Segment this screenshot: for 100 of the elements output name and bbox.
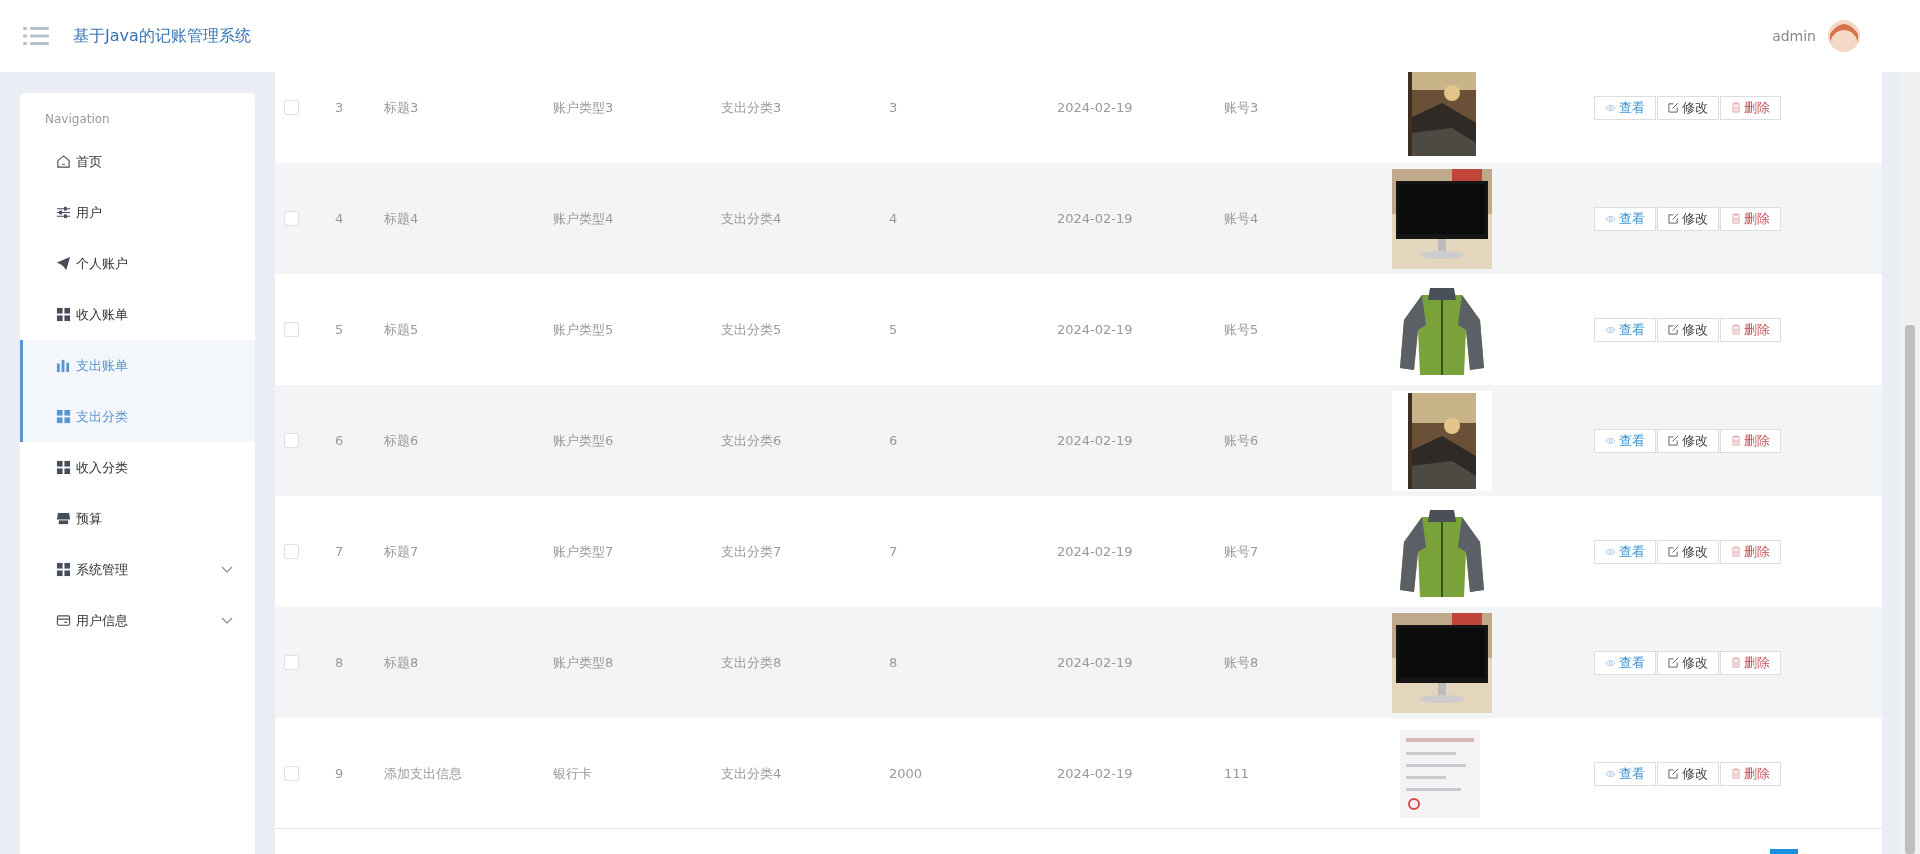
- nav-item[interactable]: 支出分类: [20, 391, 255, 442]
- table-cell: 5: [889, 322, 898, 337]
- trash-icon: [1731, 768, 1741, 779]
- edit-button[interactable]: 修改: [1657, 206, 1719, 231]
- delete-button[interactable]: 删除: [1720, 650, 1781, 675]
- table-cell: 添加支出信息: [384, 765, 462, 781]
- delete-button[interactable]: 删除: [1720, 317, 1781, 342]
- nav-item[interactable]: 支出账单: [20, 340, 255, 391]
- edit-icon: [1668, 213, 1679, 224]
- shop-icon: [56, 511, 71, 526]
- grid-icon: [56, 307, 71, 322]
- row-checkbox[interactable]: [284, 100, 299, 115]
- nav-item[interactable]: 个人账户: [20, 238, 255, 289]
- trash-icon: [1731, 435, 1741, 446]
- eye-icon: [1605, 325, 1616, 334]
- avatar-icon[interactable]: [1828, 20, 1860, 52]
- eye-icon: [1605, 214, 1616, 223]
- table-cell: 4: [889, 211, 898, 226]
- nav-item[interactable]: 用户信息: [20, 595, 255, 646]
- table-cell: 3: [889, 100, 898, 115]
- table-cell: 支出分类6: [721, 432, 782, 448]
- view-button[interactable]: 查看: [1594, 539, 1656, 564]
- table-cell: 支出分类7: [721, 543, 782, 559]
- nav-item[interactable]: 收入账单: [20, 289, 255, 340]
- table-cell: 账号5: [1224, 321, 1259, 337]
- edit-icon: [1668, 546, 1679, 557]
- sliders-icon: [56, 205, 71, 220]
- chevron-icon: [221, 616, 233, 625]
- row-checkbox[interactable]: [284, 211, 299, 226]
- table-cell: 账号7: [1224, 543, 1259, 559]
- table-cell: 7: [889, 544, 898, 559]
- nav-item[interactable]: 首页: [20, 136, 255, 187]
- table-cell: 账号4: [1224, 210, 1259, 226]
- table-cell: 标题8: [384, 654, 419, 670]
- grid-icon: [56, 460, 71, 475]
- table-cell: 2024-02-19: [1057, 433, 1133, 448]
- delete-button[interactable]: 删除: [1720, 539, 1781, 564]
- table-cell: 7: [335, 544, 344, 559]
- row-checkbox[interactable]: [284, 766, 299, 781]
- table-cell: 标题6: [384, 432, 419, 448]
- menu-icon[interactable]: [23, 26, 49, 46]
- edit-button[interactable]: 修改: [1657, 428, 1719, 453]
- grid-icon: [56, 409, 71, 424]
- view-button[interactable]: 查看: [1594, 428, 1656, 453]
- row-checkbox[interactable]: [284, 322, 299, 337]
- view-button[interactable]: 查看: [1594, 650, 1656, 675]
- delete-button[interactable]: 删除: [1720, 428, 1781, 453]
- edit-icon: [1668, 435, 1679, 446]
- table-cell: 5: [335, 322, 344, 337]
- delete-button[interactable]: 删除: [1720, 206, 1781, 231]
- table-cell: 9: [335, 766, 344, 781]
- table-cell: 标题3: [384, 99, 419, 115]
- delete-button[interactable]: 删除: [1720, 761, 1781, 786]
- table-cell: 账户类型7: [553, 543, 614, 559]
- grid-icon: [56, 562, 71, 577]
- row-checkbox[interactable]: [284, 433, 299, 448]
- bar-chart-icon: [56, 358, 71, 373]
- table-cell: 支出分类4: [721, 765, 782, 781]
- card-icon: [56, 613, 71, 628]
- table-cell: 账户类型5: [553, 321, 614, 337]
- table-cell: 账户类型4: [553, 210, 614, 226]
- edit-button[interactable]: 修改: [1657, 95, 1719, 120]
- view-button[interactable]: 查看: [1594, 206, 1656, 231]
- view-button[interactable]: 查看: [1594, 317, 1656, 342]
- table-cell: 银行卡: [553, 765, 592, 781]
- nav-item[interactable]: 用户: [20, 187, 255, 238]
- table-cell: 账号6: [1224, 432, 1259, 448]
- app-title: 基于Java的记账管理系统: [73, 25, 251, 47]
- table-cell: 账户类型8: [553, 654, 614, 670]
- edit-button[interactable]: 修改: [1657, 650, 1719, 675]
- trash-icon: [1731, 657, 1741, 668]
- trash-icon: [1731, 324, 1741, 335]
- scrollbar[interactable]: [1900, 72, 1920, 854]
- nav-item[interactable]: 收入分类: [20, 442, 255, 493]
- edit-button[interactable]: 修改: [1657, 761, 1719, 786]
- table-cell: 标题7: [384, 543, 419, 559]
- trash-icon: [1731, 213, 1741, 224]
- edit-icon: [1668, 102, 1679, 113]
- chevron-icon: [221, 565, 233, 574]
- table-cell: 标题4: [384, 210, 419, 226]
- eye-icon: [1605, 103, 1616, 112]
- user-name[interactable]: admin: [1772, 28, 1816, 44]
- table-cell: 8: [335, 655, 344, 670]
- table-cell: 2024-02-19: [1057, 100, 1133, 115]
- row-checkbox[interactable]: [284, 655, 299, 670]
- page-button[interactable]: [1770, 849, 1798, 854]
- table-cell: 支出分类5: [721, 321, 782, 337]
- view-button[interactable]: 查看: [1594, 95, 1656, 120]
- row-checkbox[interactable]: [284, 544, 299, 559]
- nav-item[interactable]: 系统管理: [20, 544, 255, 595]
- view-button[interactable]: 查看: [1594, 761, 1656, 786]
- table-cell: 2024-02-19: [1057, 211, 1133, 226]
- edit-icon: [1668, 657, 1679, 668]
- edit-button[interactable]: 修改: [1657, 539, 1719, 564]
- table-cell: 账号8: [1224, 654, 1259, 670]
- eye-icon: [1605, 769, 1616, 778]
- delete-button[interactable]: 删除: [1720, 95, 1781, 120]
- table-cell: 支出分类4: [721, 210, 782, 226]
- nav-item[interactable]: 预算: [20, 493, 255, 544]
- edit-button[interactable]: 修改: [1657, 317, 1719, 342]
